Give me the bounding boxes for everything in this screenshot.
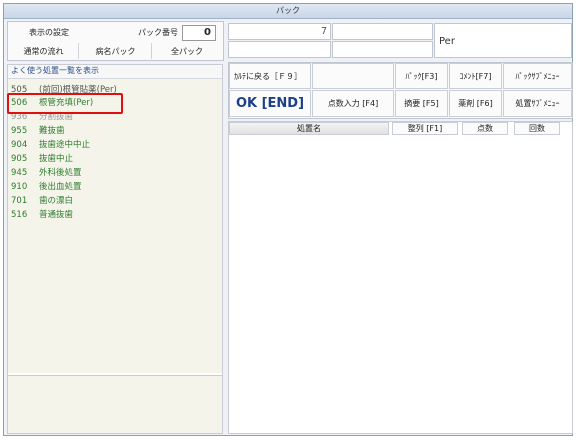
list-item-label: 普通抜歯	[39, 210, 74, 220]
pack-field-1-value: 7	[320, 26, 327, 37]
per-field[interactable]: Per	[434, 23, 572, 58]
all-pack-button[interactable]: 全パック	[153, 43, 221, 59]
pack-number-value: 0	[204, 27, 211, 38]
list-item-code: 910	[11, 182, 28, 192]
disease-pack-button[interactable]: 病名パック	[80, 43, 152, 59]
per-label: Per	[439, 36, 455, 47]
treatment-table	[228, 121, 573, 434]
list-item-label: 抜歯途中中止	[39, 140, 91, 150]
drug-button[interactable]: 薬剤 [F6]	[449, 90, 502, 117]
column-header-count: 回数	[514, 122, 560, 135]
window-title: パック	[4, 4, 572, 19]
list-item-label: 抜歯中止	[39, 154, 74, 164]
column-header-points: 点数	[462, 122, 508, 135]
list-header[interactable]: よく使う処置一覧を表示	[8, 65, 222, 79]
sort-button[interactable]: 整列 [F1]	[392, 122, 458, 135]
pack-number-field[interactable]: 0	[182, 25, 216, 41]
list-item-code: 904	[11, 140, 28, 150]
back-to-chart-button[interactable]: ｶﾙﾃに戻る［Ｆ９］	[229, 63, 311, 89]
list-item[interactable]: 955 難抜歯	[11, 125, 65, 138]
list-item-code: 955	[11, 126, 28, 136]
list-item-label: 後出血処置	[39, 182, 82, 192]
list-item-code: 905	[11, 154, 28, 164]
list-bottom-area	[8, 375, 222, 433]
pack-f3-button[interactable]: ﾊﾟｯｸ[F3]	[395, 63, 448, 89]
display-settings-button[interactable]: 表示の設定	[9, 24, 89, 41]
pack-field-3[interactable]	[228, 41, 331, 58]
list-item[interactable]: 516 普通抜歯	[11, 209, 73, 222]
pack-field-1[interactable]: 7	[228, 23, 331, 40]
list-item-label: 外科後処置	[39, 168, 82, 178]
list-item[interactable]: 904 抜歯途中中止	[11, 139, 90, 152]
selection-highlight-box	[7, 93, 123, 114]
points-input-button[interactable]: 点数入力 [F4]	[312, 90, 394, 117]
pack-submenu-button[interactable]: ﾊﾟｯｸｻﾌﾞﾒﾆｭｰ	[503, 63, 572, 89]
list-item[interactable]: 905 抜歯中止	[11, 153, 73, 166]
list-item-label: 難抜歯	[39, 126, 65, 136]
list-item-code: 516	[11, 210, 28, 220]
list-item-code: 945	[11, 168, 28, 178]
column-header-name: 処置名	[229, 122, 389, 135]
list-item[interactable]: 701 歯の漂白	[11, 195, 73, 208]
comment-f7-button[interactable]: ｺﾒﾝﾄ[F7]	[449, 63, 502, 89]
empty-toolbar-slot	[312, 63, 394, 89]
summary-button[interactable]: 摘要 [F5]	[395, 90, 448, 117]
list-item[interactable]: 945 外科後処置	[11, 167, 82, 180]
normal-flow-button[interactable]: 通常の流れ	[9, 43, 79, 59]
ok-end-button[interactable]: OK [END]	[229, 90, 311, 117]
treatment-submenu-button[interactable]: 処置ｻﾌﾞﾒﾆｭｰ	[503, 90, 572, 117]
list-item[interactable]: 910 後出血処置	[11, 181, 82, 194]
pack-window: パック 表示の設定 パック番号 0 通常の流れ 病名パック 全パック 7 Per…	[3, 3, 573, 436]
pack-field-2[interactable]	[332, 23, 433, 40]
pack-field-4[interactable]	[332, 41, 433, 58]
list-item-code: 701	[11, 196, 28, 206]
list-item-label: 歯の漂白	[39, 196, 74, 206]
pack-number-label: パック番号	[138, 28, 178, 37]
